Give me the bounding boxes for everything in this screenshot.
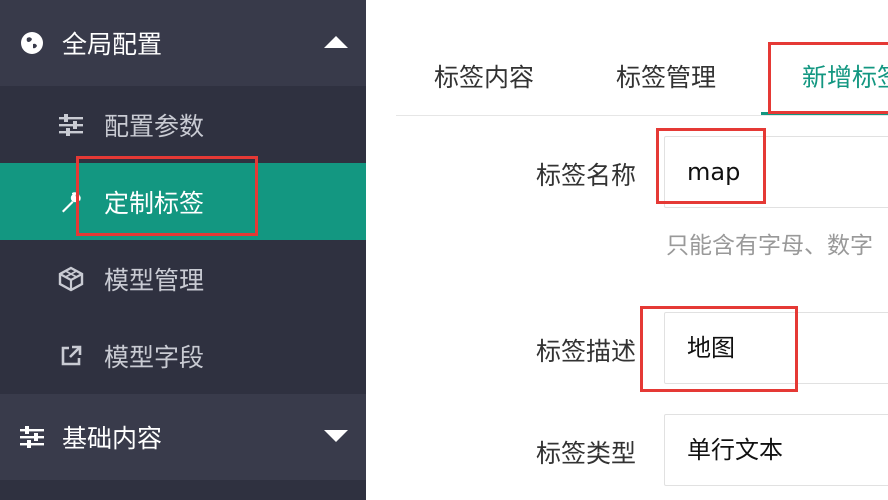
sidebar-item-config-params[interactable]: 配置参数 [0,86,366,163]
sidebar-group-basic-content[interactable]: 基础内容 [0,394,366,480]
tab-bar: 标签内容 标签管理 新增标签 [396,40,888,116]
sidebar-item-label: 配置参数 [104,111,205,141]
tag-name-hint: 只能含有字母、数字 [666,233,873,259]
tag-type-label: 标签类型 [535,439,636,468]
tag-description-input[interactable]: 地图 [664,312,888,384]
sidebar-group-label: 全局配置 [62,30,163,59]
sidebar-item-custom-tags[interactable]: 定制标签 [0,163,366,240]
tag-type-select[interactable]: 单行文本 [664,414,888,486]
sidebar-item-model-fields[interactable]: 模型字段 [0,317,366,394]
external-link-icon [58,343,84,369]
sidebar-item-label: 模型管理 [104,265,205,295]
sidebar: 全局配置 配置参数 定制标签 模型管理 模型字段 基础内容 [0,0,366,500]
sidebar-item-label: 模型字段 [104,342,205,372]
sidebar-group-label: 基础内容 [62,424,163,453]
sidebar-group-global-config[interactable]: 全局配置 [0,0,366,86]
wrench-icon [58,189,84,215]
tab-tag-management[interactable]: 标签管理 [616,40,716,116]
chevron-down-icon [324,430,348,442]
cube-icon [58,266,84,292]
chevron-up-icon [324,36,348,48]
tab-add-tag[interactable]: 新增标签 [802,40,888,116]
tag-description-label: 标签描述 [535,337,636,366]
main-panel: 标签内容 标签管理 新增标签 标签名称 map 只能含有字母、数字 标签描述 地… [366,0,888,500]
sidebar-item-label: 定制标签 [104,188,205,218]
tab-tag-content[interactable]: 标签内容 [434,40,534,116]
tag-name-label: 标签名称 [535,161,636,190]
sidebar-item-model-management[interactable]: 模型管理 [0,240,366,317]
active-tab-indicator [761,112,888,115]
sliders-icon [58,112,84,138]
sliders-icon [20,425,44,449]
tag-name-input[interactable]: map [664,136,888,208]
globe-icon [20,31,44,55]
